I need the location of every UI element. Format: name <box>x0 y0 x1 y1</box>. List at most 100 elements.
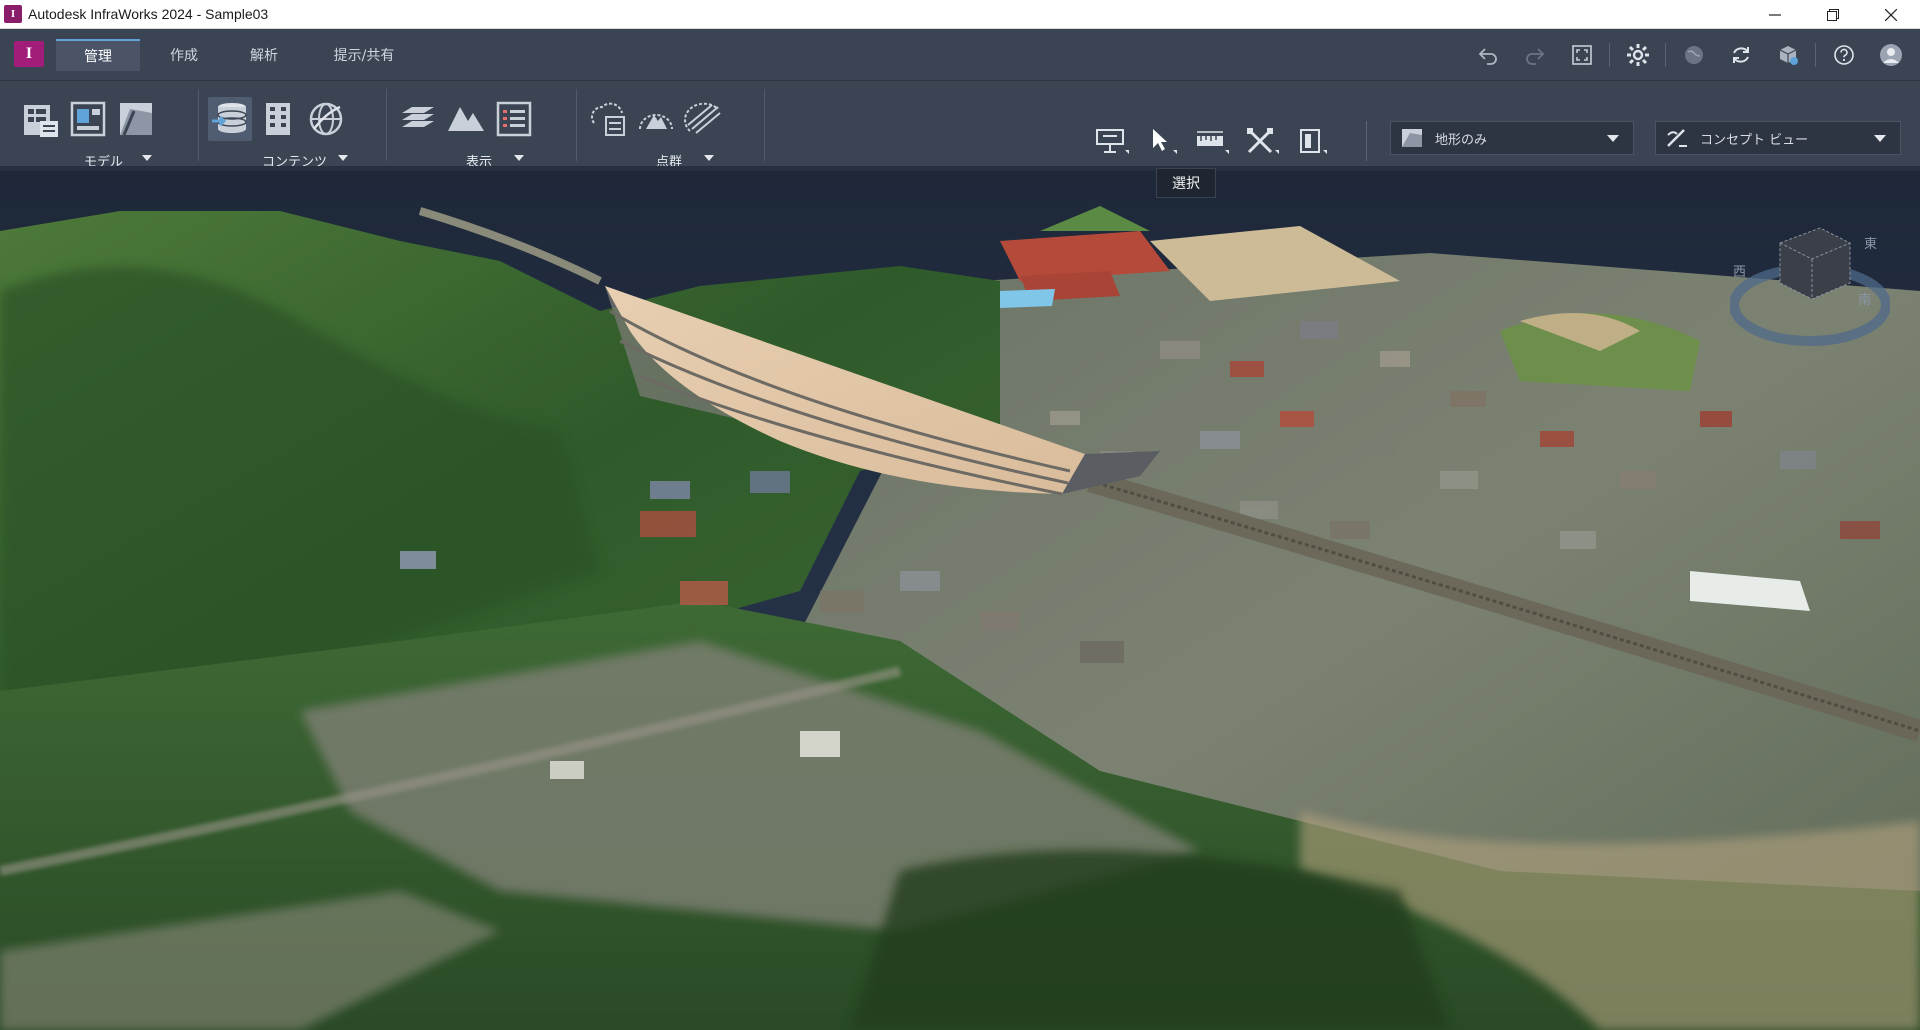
visual-style-dropdown[interactable]: コンセプト ビュー <box>1655 121 1901 155</box>
clip-tool-button[interactable] <box>1290 123 1334 159</box>
layers-icon <box>402 107 434 127</box>
fit-view-icon <box>1571 45 1592 65</box>
terrain-button[interactable] <box>444 97 488 141</box>
group-divider <box>576 89 577 161</box>
restore-icon <box>1827 8 1839 21</box>
user-avatar-icon <box>1879 44 1902 66</box>
tab-present-share[interactable]: 提示/共有 <box>306 39 422 71</box>
redo-button[interactable] <box>1511 41 1558 69</box>
swimming-pool <box>1000 289 1055 308</box>
layers-button[interactable] <box>396 97 440 141</box>
globe-network-button[interactable] <box>304 97 348 141</box>
clip-tool-icon <box>1300 129 1327 154</box>
building-grid-icon <box>266 103 290 135</box>
compass-south-label: 南 <box>1858 293 1872 308</box>
settings-button[interactable] <box>1614 41 1661 69</box>
compass-east-label: 東 <box>1864 237 1878 252</box>
chevron-down-icon[interactable] <box>338 155 348 161</box>
select-tool-button[interactable] <box>1140 123 1184 159</box>
title-bar: I Autodesk InfraWorks 2024 - Sample03 <box>0 0 1920 29</box>
model-map-button[interactable] <box>114 97 158 141</box>
data-sources-icon <box>212 103 247 133</box>
model-properties-icon <box>24 105 58 137</box>
model-view-icon <box>70 101 106 137</box>
undo-button[interactable] <box>1464 41 1511 69</box>
ribbon-group-point-cloud: 点群 <box>582 89 762 170</box>
globe-icon <box>1684 46 1703 64</box>
point-cloud-list-icon <box>591 102 625 136</box>
tab-manage[interactable]: 管理 <box>56 39 140 71</box>
terrain-icon <box>448 107 484 131</box>
sync-icon <box>1732 47 1749 63</box>
ribbon-group-display: 表示 <box>392 89 572 170</box>
fit-view-button[interactable] <box>1558 41 1605 69</box>
window-title: Autodesk InfraWorks 2024 - Sample03 <box>28 6 269 22</box>
group-divider <box>386 89 387 161</box>
globe-button[interactable] <box>1670 41 1717 69</box>
group-divider <box>198 89 199 161</box>
chevron-down-icon <box>1607 134 1619 142</box>
terrain-style-value: 地形のみ <box>1435 132 1488 148</box>
chevron-down-icon[interactable] <box>704 155 714 161</box>
help-icon <box>1833 45 1854 65</box>
user-account-button[interactable] <box>1867 41 1914 69</box>
restore-button[interactable] <box>1804 0 1862 29</box>
point-cloud-terrain-icon <box>639 114 673 130</box>
quick-access-toolbar <box>1464 41 1914 69</box>
ribbon-tab-bar: I 管理 作成 解析 提示/共有 <box>0 29 1920 80</box>
sync-button[interactable] <box>1717 41 1764 69</box>
point-cloud-slice-button[interactable] <box>682 97 726 141</box>
close-icon <box>1885 8 1897 21</box>
globe-network-icon <box>309 102 343 136</box>
presentation-tool-icon <box>1096 129 1129 154</box>
point-cloud-list-button[interactable] <box>586 97 630 141</box>
measure-tool-icon <box>1197 131 1229 154</box>
building-grid-button[interactable] <box>256 97 300 141</box>
terrain-scene <box>0 171 1920 1030</box>
visual-style-icon <box>1664 126 1690 150</box>
ribbon-panel: モデル コンテンツ 表示 点群 地形のみ コンセプト ビュー <box>0 80 1920 170</box>
ribbon-group-content: コンテンツ <box>204 89 384 170</box>
list-view-button[interactable] <box>492 97 536 141</box>
model-share-button[interactable] <box>1764 41 1811 69</box>
point-cloud-slice-icon <box>684 102 721 134</box>
chevron-down-icon[interactable] <box>514 155 524 161</box>
undo-icon <box>1478 48 1497 65</box>
toolbar-divider <box>1366 121 1367 161</box>
model-viewport-3d[interactable]: 西 南 東 <box>0 171 1920 1030</box>
help-button[interactable] <box>1820 41 1867 69</box>
measure-tool-button[interactable] <box>1190 123 1234 159</box>
data-sources-button[interactable] <box>208 97 252 141</box>
cut-tool-icon <box>1247 128 1279 154</box>
cut-tool-button[interactable] <box>1240 123 1284 159</box>
terrain-style-dropdown[interactable]: 地形のみ <box>1390 121 1634 155</box>
toolbar-divider <box>1665 43 1666 67</box>
select-tooltip: 選択 <box>1156 168 1216 198</box>
window-controls <box>1746 0 1920 29</box>
point-cloud-terrain-button[interactable] <box>634 97 678 141</box>
presentation-tool-button[interactable] <box>1090 123 1134 159</box>
visual-style-value: コンセプト ビュー <box>1700 132 1809 148</box>
tab-create[interactable]: 作成 <box>146 39 222 71</box>
minimize-icon <box>1769 13 1781 16</box>
tab-analyze[interactable]: 解析 <box>226 39 302 71</box>
settings-icon <box>1626 44 1649 66</box>
model-view-button[interactable] <box>66 97 110 141</box>
compass-west-label: 西 <box>1733 265 1747 280</box>
chevron-down-icon <box>1874 134 1886 142</box>
model-map-icon <box>120 103 152 136</box>
ribbon-group-model: モデル <box>14 89 194 170</box>
terrain-style-icon <box>1399 126 1425 150</box>
app-icon: I <box>4 5 22 23</box>
app-menu-button[interactable]: I <box>14 41 44 67</box>
list-view-icon <box>496 101 532 137</box>
chevron-down-icon[interactable] <box>142 155 152 161</box>
group-divider <box>764 89 765 161</box>
toolbar-divider <box>1815 43 1816 67</box>
redo-icon <box>1525 48 1544 65</box>
select-tool-icon <box>1153 129 1177 154</box>
close-button[interactable] <box>1862 0 1920 29</box>
model-properties-button[interactable] <box>18 97 62 141</box>
toolbar-divider <box>1609 43 1610 67</box>
minimize-button[interactable] <box>1746 0 1804 29</box>
